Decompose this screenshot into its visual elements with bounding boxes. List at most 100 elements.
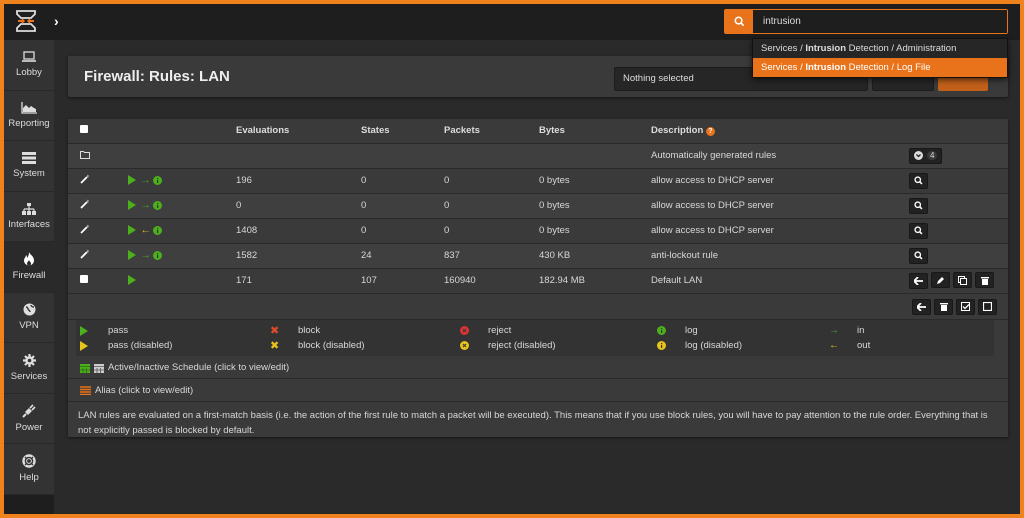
cell-bytes: 0 bytes [539, 168, 651, 194]
legend-label: block [298, 325, 321, 336]
legend-label: reject [488, 325, 512, 336]
group-description: Automatically generated rules [651, 143, 907, 169]
sidebar-item-label: Power [15, 421, 43, 433]
table-row[interactable]: → 1582 24 837 430 KB anti-lockout rule [68, 243, 1008, 269]
cell-states: 0 [361, 218, 444, 244]
sitemap-icon [22, 202, 36, 215]
result-suffix: Detection / Administration [846, 43, 957, 54]
group-count: 4 [927, 151, 938, 160]
sidebar-item-system[interactable]: System [4, 141, 54, 192]
chevron-right-icon[interactable]: › [54, 13, 59, 29]
calendar-inactive-icon [94, 363, 104, 373]
expand-group-button[interactable]: 4 [909, 147, 943, 164]
delete-selected-button[interactable] [934, 298, 953, 315]
legend-label: out [857, 340, 871, 351]
legend-label: reject (disabled) [488, 340, 556, 351]
disable-selected-button[interactable] [978, 298, 997, 315]
cell-description: allow access to DHCP server [651, 168, 907, 194]
cell-packets: 0 [444, 168, 539, 194]
search-autocomplete: Services / Intrusion Detection / Adminis… [752, 38, 1008, 78]
select-all-checkbox[interactable] [80, 125, 88, 134]
sidebar-item-label: VPN [19, 320, 39, 332]
reject-disabled-icon [460, 341, 469, 350]
row-actions [907, 243, 1008, 269]
help-icon[interactable]: ? [705, 127, 715, 137]
arrow-left-icon [914, 276, 923, 285]
page-title: Firewall: Rules: LAN [84, 68, 230, 85]
edit-rule-button[interactable] [931, 272, 950, 289]
sidebar-item-lobby[interactable]: Lobby [4, 40, 54, 91]
cell-states: 107 [361, 268, 444, 294]
delete-rule-button[interactable] [975, 272, 994, 289]
sidebar-item-label: Interfaces [8, 218, 50, 230]
cell-bytes: 430 KB [539, 243, 651, 269]
opnsense-logo-icon[interactable] [14, 9, 38, 33]
clone-icon [958, 275, 967, 285]
result-match: Intrusion [805, 62, 846, 73]
sidebar-item-label: Services [10, 370, 48, 382]
rule-status: ← [128, 218, 236, 244]
cell-description: allow access to DHCP server [651, 218, 907, 244]
log-icon [657, 326, 666, 335]
schedule-label: Active/Inactive Schedule (click to view/… [108, 362, 290, 373]
legend-log-disabled: log (disabled) [657, 338, 829, 353]
schedule-legend[interactable]: Active/Inactive Schedule (click to view/… [68, 357, 1008, 379]
table-row[interactable]: → 196 0 0 0 bytes allow access to DHCP server [68, 168, 1008, 194]
table-row[interactable]: → 0 0 0 0 bytes allow access to DHCP server [68, 193, 1008, 219]
cell-packets: 160940 [444, 268, 539, 294]
view-rule-button[interactable] [909, 197, 928, 214]
alias-legend[interactable]: Alias (click to view/edit) [68, 379, 1008, 402]
sidebar-item-help[interactable]: Help [4, 444, 54, 495]
pass-icon [128, 225, 136, 236]
sidebar-item-power[interactable]: Power [4, 393, 54, 444]
legend-label: pass [108, 325, 129, 336]
cell-bytes: 0 bytes [539, 193, 651, 219]
search-box [724, 9, 1008, 34]
table-row[interactable]: ← 1408 0 0 0 bytes allow access to DHCP serve… [68, 218, 1008, 244]
row-actions [907, 168, 1008, 194]
sidebar-item-label: Reporting [8, 117, 50, 129]
log-icon [152, 225, 162, 235]
sidebar-item-reporting[interactable]: Reporting [4, 90, 54, 141]
auto-rules-group-row[interactable]: Automatically generated rules 4 [68, 143, 1008, 169]
view-rule-button[interactable] [909, 172, 928, 189]
sidebar-item-label: Lobby [16, 67, 42, 79]
log-icon [152, 200, 162, 210]
view-rule-button[interactable] [909, 222, 928, 239]
sidebar-item-interfaces[interactable]: Interfaces [4, 191, 54, 242]
sidebar-item-vpn[interactable]: VPN [4, 292, 54, 343]
move-selected-button[interactable] [912, 298, 931, 315]
result-suffix: Detection / Log File [846, 62, 931, 73]
search-result-log-file[interactable]: Services / Intrusion Detection / Log Fil… [753, 58, 1007, 77]
check-square-icon [961, 302, 970, 311]
pass-disabled-icon [80, 340, 88, 351]
legend: pass pass (disabled) ✖ block ✖ block (disa… [76, 320, 994, 356]
row-checkbox[interactable] [80, 275, 88, 283]
table-row[interactable]: 171 107 160940 182.94 MB Default LAN [68, 268, 1008, 294]
direction-in-icon: → [140, 175, 151, 186]
sidebar-item-firewall[interactable]: Firewall [4, 242, 54, 293]
row-actions [907, 193, 1008, 219]
log-icon [152, 250, 162, 260]
search-input[interactable] [753, 10, 1007, 33]
cell-description: Default LAN [651, 268, 907, 294]
magic-wand-icon [80, 199, 89, 209]
cell-evaluations: 171 [236, 268, 361, 294]
server-icon [22, 152, 36, 165]
result-prefix: Services / [761, 62, 806, 73]
move-rule-button[interactable] [909, 272, 928, 289]
view-rule-button[interactable] [909, 247, 928, 264]
cell-packets: 0 [444, 193, 539, 219]
sidebar-item-services[interactable]: Services [4, 343, 54, 394]
search-icon[interactable] [725, 10, 753, 33]
search-icon [914, 176, 923, 185]
magic-wand-icon [80, 224, 89, 234]
search-result-administration[interactable]: Services / Intrusion Detection / Adminis… [753, 39, 1007, 58]
pass-icon [128, 250, 136, 261]
clone-rule-button[interactable] [953, 272, 972, 289]
enable-selected-button[interactable] [956, 298, 975, 315]
cell-evaluations: 1408 [236, 218, 361, 244]
direction-in-icon: → [140, 200, 151, 211]
legend-log: log [657, 323, 829, 338]
log-icon [152, 175, 162, 185]
